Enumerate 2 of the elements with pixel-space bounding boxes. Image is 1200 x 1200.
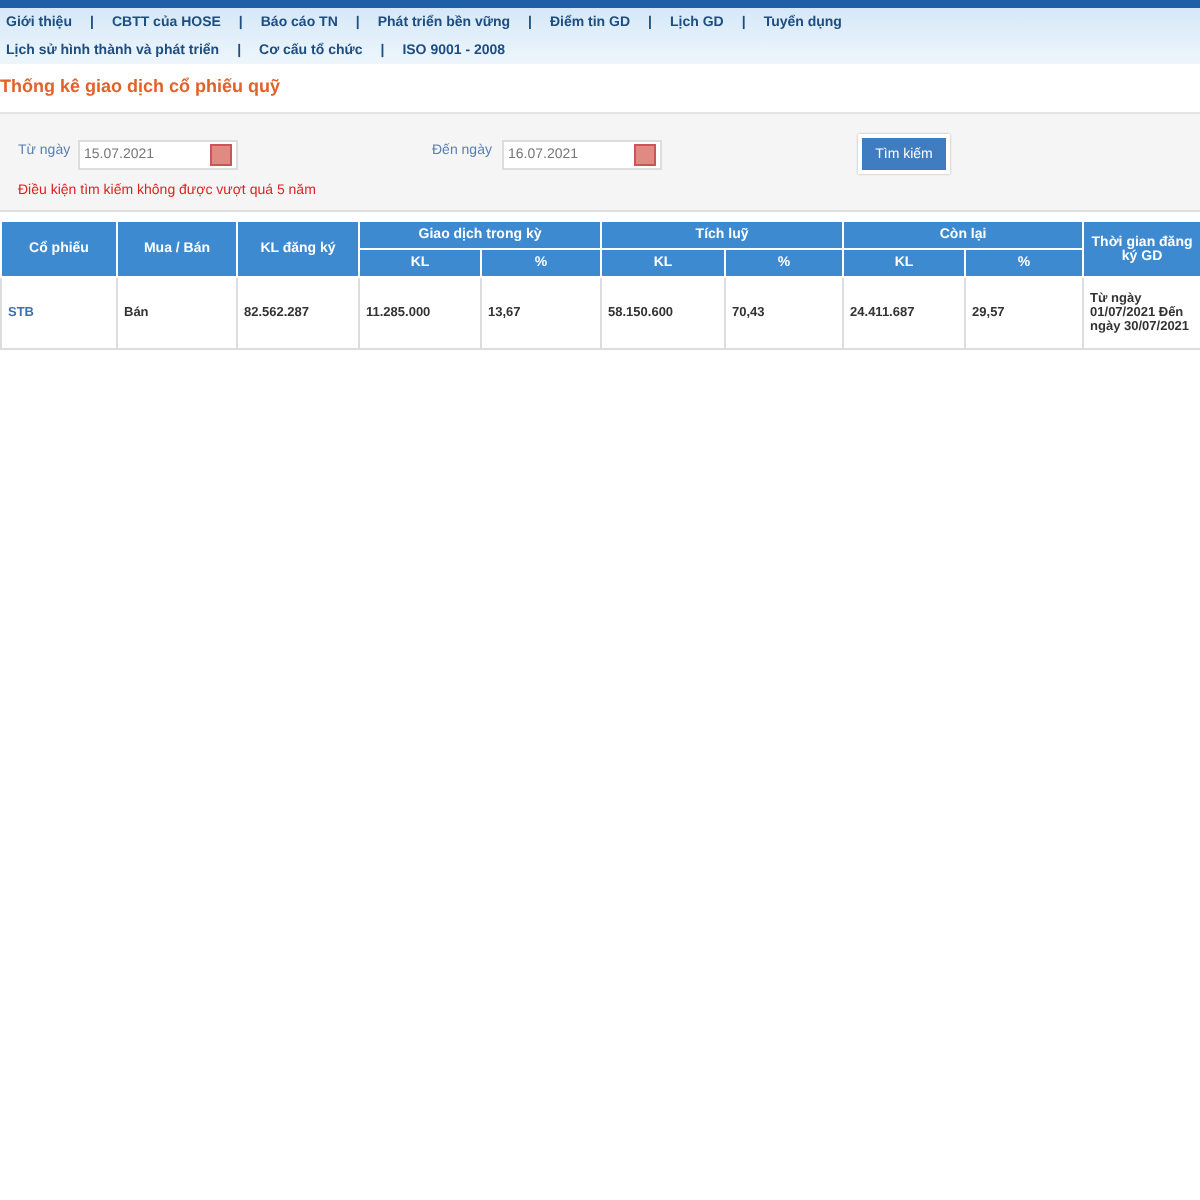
- calendar-icon[interactable]: [210, 143, 232, 165]
- calendar-icon[interactable]: [634, 143, 656, 165]
